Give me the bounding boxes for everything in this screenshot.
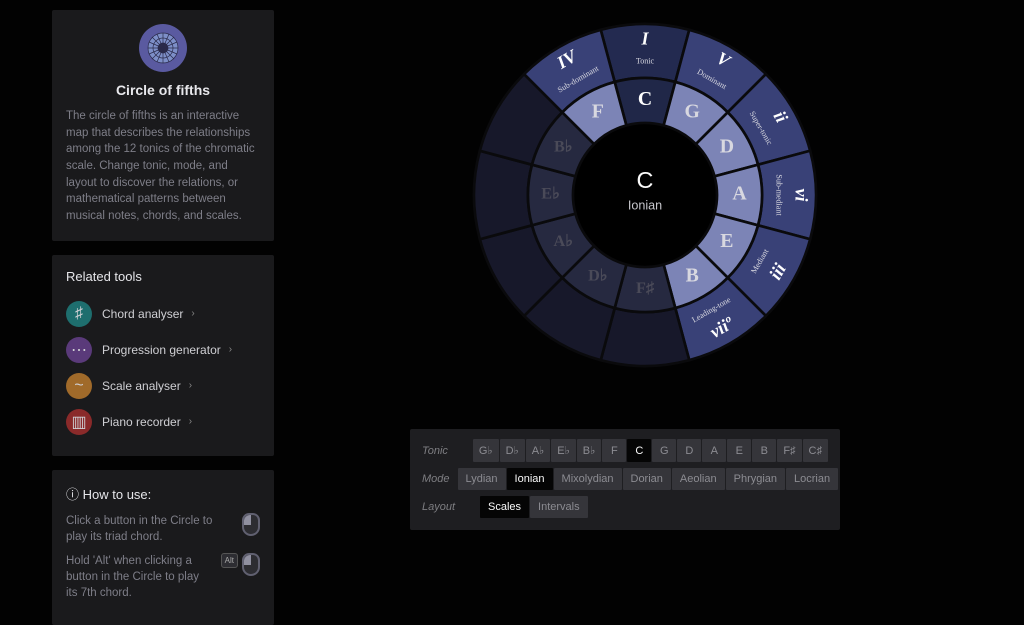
tonic-button-c[interactable]: C xyxy=(627,439,651,462)
mode-button-ionian[interactable]: Ionian xyxy=(507,468,553,490)
controls-panel: Tonic G♭D♭A♭E♭B♭FCGDAEBF♯C♯ Mode LydianI… xyxy=(410,429,840,530)
tonic-button-f[interactable]: F♯ xyxy=(777,439,801,462)
tonic-button-a[interactable]: A♭ xyxy=(526,439,551,462)
chevron-right-icon: › xyxy=(229,344,232,355)
howto-step1: Click a button in the Circle to play its… xyxy=(66,513,232,545)
tool-icon: ~ xyxy=(66,373,92,399)
tonic-button-b[interactable]: B♭ xyxy=(577,439,602,462)
intro-title: Circle of fifths xyxy=(66,82,260,98)
mode-button-dorian[interactable]: Dorian xyxy=(623,468,671,490)
tool-label: Chord analyser xyxy=(102,307,183,321)
note-B♭: B♭ xyxy=(554,137,572,155)
degree-roman-I: I xyxy=(640,28,649,48)
chevron-right-icon: › xyxy=(191,308,194,319)
mouse-leftclick-icon xyxy=(242,513,260,536)
tool-label: Scale analyser xyxy=(102,379,181,393)
tonic-button-a[interactable]: A xyxy=(702,439,726,462)
related-tool-scale-analyser[interactable]: ~ Scale analyser › xyxy=(66,368,260,404)
mode-button-phrygian[interactable]: Phrygian xyxy=(726,468,785,490)
note-D: D xyxy=(720,135,734,157)
howto-panel: How to use: Click a button in the Circle… xyxy=(52,470,274,625)
tool-label: Piano recorder xyxy=(102,415,181,429)
related-tool-piano-recorder[interactable]: ▥ Piano recorder › xyxy=(66,404,260,440)
tonic-button-b[interactable]: B xyxy=(752,439,776,462)
outer-segment-6[interactable] xyxy=(601,308,690,366)
tonic-row-label: Tonic xyxy=(422,445,465,457)
tonic-button-e[interactable]: E xyxy=(727,439,751,462)
tonic-button-g[interactable]: G♭ xyxy=(473,439,499,462)
note-B: B xyxy=(686,264,699,286)
circle-of-fifths-icon xyxy=(139,24,187,72)
layout-button-scales[interactable]: Scales xyxy=(480,496,529,518)
intro-body: The circle of fifths is an interactive m… xyxy=(66,108,260,225)
intro-panel: Circle of fifths The circle of fifths is… xyxy=(52,10,274,241)
mode-button-mixolydian[interactable]: Mixolydian xyxy=(554,468,622,490)
related-tool-progression-generator[interactable]: ⋯ Progression generator › xyxy=(66,332,260,368)
note-F♯: F♯ xyxy=(636,279,654,297)
degree-func-Tonic: Tonic xyxy=(636,57,655,66)
related-heading: Related tools xyxy=(66,269,260,284)
mode-button-aeolian[interactable]: Aeolian xyxy=(672,468,725,490)
note-G: G xyxy=(685,101,700,123)
tool-label: Progression generator xyxy=(102,343,221,357)
tonic-button-g[interactable]: G xyxy=(652,439,676,462)
tonic-button-c[interactable]: C♯ xyxy=(803,439,828,462)
related-panel: Related tools ♯ Chord analyser ›⋯ Progre… xyxy=(52,255,274,456)
mouse-leftclick-icon xyxy=(242,553,260,576)
howto-heading: How to use: xyxy=(66,484,260,503)
degree-func-Sub-mediant: Sub-mediant xyxy=(774,174,783,216)
outer-segment-9[interactable] xyxy=(474,151,532,240)
center-mode: Ionian xyxy=(628,198,662,212)
layout-button-intervals[interactable]: Intervals xyxy=(530,496,588,518)
note-A: A xyxy=(732,183,747,205)
note-C: C xyxy=(638,88,652,110)
chevron-right-icon: › xyxy=(189,380,192,391)
tonic-button-d[interactable]: D xyxy=(677,439,701,462)
howto-step2: Hold 'Alt' when clicking a button in the… xyxy=(66,553,211,601)
chevron-right-icon: › xyxy=(189,416,192,427)
tool-icon: ♯ xyxy=(66,301,92,327)
tonic-button-f[interactable]: F xyxy=(602,439,626,462)
note-A♭: A♭ xyxy=(553,232,572,250)
layout-row-label: Layout xyxy=(422,501,472,513)
circle-of-fifths: CITonicGVDominantDiiSuper-tonicAviSub-me… xyxy=(465,15,825,375)
tool-icon: ⋯ xyxy=(66,337,92,363)
mode-row-label: Mode xyxy=(422,473,450,485)
center-tonic: C xyxy=(637,167,654,193)
tonic-button-e[interactable]: E♭ xyxy=(551,439,576,462)
alt-key-icon: Alt xyxy=(221,553,238,568)
note-D♭: D♭ xyxy=(588,267,607,285)
related-tool-chord-analyser[interactable]: ♯ Chord analyser › xyxy=(66,296,260,332)
degree-roman-vi: vi xyxy=(792,189,812,202)
mode-button-lydian[interactable]: Lydian xyxy=(458,468,506,490)
note-E: E xyxy=(720,230,733,252)
mode-button-locrian[interactable]: Locrian xyxy=(786,468,838,490)
note-E♭: E♭ xyxy=(541,185,559,203)
tool-icon: ▥ xyxy=(66,409,92,435)
note-F: F xyxy=(592,101,604,123)
tonic-button-d[interactable]: D♭ xyxy=(500,439,525,462)
